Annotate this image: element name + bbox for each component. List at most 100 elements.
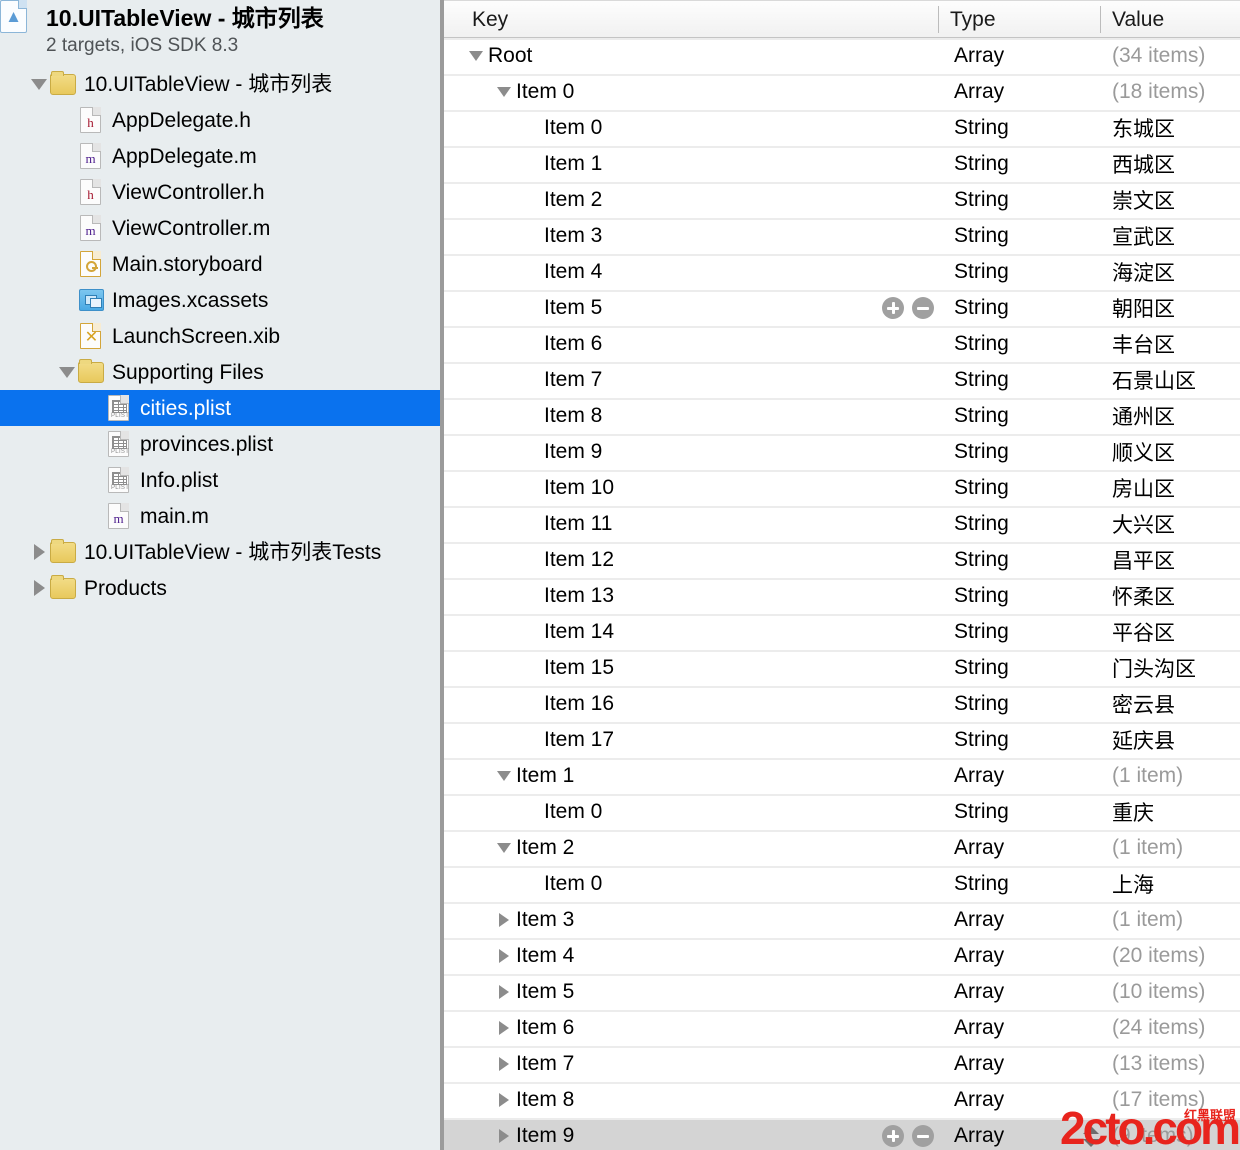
chevron-right-icon[interactable] [494,938,514,974]
table-row[interactable]: Item 6 Array (24 items) [444,1010,1240,1046]
column-header-key[interactable]: Key [472,1,508,38]
cell-key[interactable]: Item 7 [522,362,602,398]
sidebar-item-launchscreen.xib[interactable]: ✕ LaunchScreen.xib [0,318,440,354]
cell-type[interactable]: String [954,794,1009,830]
chevron-right-icon[interactable] [494,974,514,1010]
cell-key[interactable]: Item 1 [522,146,602,182]
sidebar-item-info.plist[interactable]: PLIST Info.plist [0,462,440,498]
cell-key[interactable]: Item 7 [494,1046,574,1082]
plist-editor[interactable]: Key Type Value Root Array (34 items) Item 0… [440,0,1240,1150]
cell-value[interactable]: (10 items) [1112,974,1205,1010]
cell-value[interactable]: (9 items) [1112,1118,1194,1150]
sidebar-item-10.uitableview[interactable]: 10.UITableView - 城市列表 [0,66,440,102]
cell-type[interactable]: String [954,362,1009,398]
cell-value[interactable]: (1 item) [1112,758,1183,794]
cell-type[interactable]: Array [954,74,1004,110]
row-action-buttons[interactable] [882,290,934,326]
cell-value[interactable]: 东城区 [1112,110,1175,146]
cell-value[interactable]: 石景山区 [1112,362,1196,398]
cell-type[interactable]: String [954,434,1009,470]
cell-type[interactable]: String [954,254,1009,290]
cell-key[interactable]: Item 15 [522,650,614,686]
cell-type[interactable]: String [954,110,1009,146]
table-row[interactable]: Item 7 Array (13 items) [444,1046,1240,1082]
cell-type[interactable]: Array [954,1046,1004,1082]
chevron-right-icon[interactable] [494,1082,514,1118]
cell-type[interactable]: String [954,686,1009,722]
chevron-down-icon[interactable] [494,830,514,866]
table-row[interactable]: Item 9 String 顺义区 [444,434,1240,470]
cell-type[interactable]: String [954,506,1009,542]
cell-key[interactable]: Item 8 [522,398,602,434]
sidebar-item-main.m[interactable]: m main.m [0,498,440,534]
cell-value[interactable]: 宣武区 [1112,218,1175,254]
cell-type[interactable]: Array [954,1010,1004,1046]
table-row[interactable]: Item 3 String 宣武区 [444,218,1240,254]
cell-value[interactable]: 崇文区 [1112,182,1175,218]
cell-type[interactable]: Array [954,758,1004,794]
cell-key[interactable]: Item 11 [522,506,612,542]
cell-key[interactable]: Item 13 [522,578,614,614]
cell-key[interactable]: Item 4 [522,254,602,290]
cell-type[interactable]: String [954,866,1009,902]
cell-type[interactable]: String [954,146,1009,182]
chevron-right-icon[interactable] [28,534,50,570]
cell-value[interactable]: (1 item) [1112,902,1183,938]
table-row[interactable]: Item 8 Array (17 items) [444,1082,1240,1118]
cell-type[interactable]: Array [954,1082,1004,1118]
cell-key[interactable]: Item 6 [522,326,602,362]
stepper-down-icon[interactable] [1083,1138,1099,1147]
table-row[interactable]: Item 1 Array (1 item) [444,758,1240,794]
sidebar-item-main.storyboard[interactable]: Main.storyboard [0,246,440,282]
table-row[interactable]: Item 0 String 重庆 [444,794,1240,830]
table-row[interactable]: Item 8 String 通州区 [444,398,1240,434]
cell-value[interactable]: (24 items) [1112,1010,1205,1046]
table-row[interactable]: Item 2 Array (1 item) [444,830,1240,866]
cell-value[interactable]: 门头沟区 [1112,650,1196,686]
cell-key[interactable]: Item 9 [522,434,602,470]
cell-key[interactable]: Item 1 [494,758,574,794]
table-row[interactable]: Root Array (34 items) [444,38,1240,74]
remove-row-button[interactable] [912,1125,934,1147]
cell-value[interactable]: 丰台区 [1112,326,1175,362]
cell-key[interactable]: Item 6 [494,1010,574,1046]
table-row[interactable]: Item 17 String 延庆县 [444,722,1240,758]
sidebar-item-viewcontroller.m[interactable]: m ViewController.m [0,210,440,246]
sidebar-item-supporting-files[interactable]: Supporting Files [0,354,440,390]
cell-type[interactable]: Array [954,938,1004,974]
cell-value[interactable]: (20 items) [1112,938,1205,974]
table-row[interactable]: Item 0 Array (18 items) [444,74,1240,110]
cell-value[interactable]: 顺义区 [1112,434,1175,470]
cell-type[interactable]: Array [954,830,1004,866]
chevron-right-icon[interactable] [494,1046,514,1082]
value-stepper[interactable] [1080,1119,1102,1150]
column-divider-value[interactable] [1100,6,1101,33]
chevron-right-icon[interactable] [28,570,50,606]
cell-key[interactable]: Item 0 [494,74,574,110]
cell-type[interactable]: String [954,290,1009,326]
table-row[interactable]: Item 1 String 西城区 [444,146,1240,182]
cell-type[interactable]: String [954,542,1009,578]
cell-key[interactable]: Item 0 [522,794,602,830]
table-row[interactable]: Item 7 String 石景山区 [444,362,1240,398]
table-row[interactable]: Item 5 Array (10 items) [444,974,1240,1010]
cell-value[interactable]: 上海 [1112,866,1154,902]
cell-type[interactable]: String [954,578,1009,614]
cell-value[interactable]: 密云县 [1112,686,1175,722]
add-row-button[interactable] [882,297,904,319]
table-row[interactable]: Item 2 String 崇文区 [444,182,1240,218]
cell-type[interactable]: String [954,398,1009,434]
table-row[interactable]: Item 9 Array (9 items) [444,1118,1240,1150]
project-navigator[interactable]: ▲ 10.UITableView - 城市列表 2 targets, iOS S… [0,0,440,1150]
table-row[interactable]: Item 6 String 丰台区 [444,326,1240,362]
column-divider-type[interactable] [938,6,939,33]
table-row[interactable]: Item 4 String 海淀区 [444,254,1240,290]
sidebar-item-appdelegate.m[interactable]: m AppDelegate.m [0,138,440,174]
cell-type[interactable]: String [954,326,1009,362]
cell-key[interactable]: Item 10 [522,470,614,506]
cell-key[interactable]: Root [466,38,532,74]
cell-type[interactable]: String [954,650,1009,686]
sidebar-item-products[interactable]: Products [0,570,440,606]
sidebar-item-cities.plist[interactable]: PLIST cities.plist [0,390,440,426]
cell-value[interactable]: 昌平区 [1112,542,1175,578]
